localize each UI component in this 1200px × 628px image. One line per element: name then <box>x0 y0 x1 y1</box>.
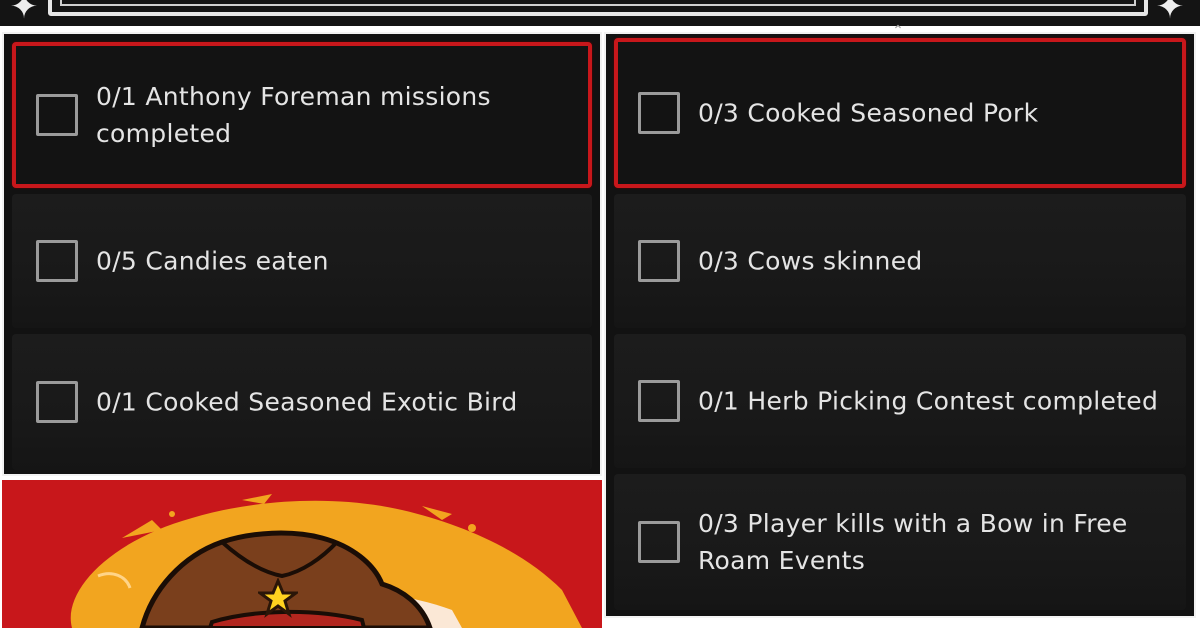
challenge-row-herb-picking[interactable]: 0/1 Herb Picking Contest completed <box>614 334 1186 468</box>
checkbox-icon[interactable] <box>638 92 680 134</box>
challenge-label: 0/3 Player kills with a Bow in Free Roam… <box>698 509 1128 575</box>
challenge-label: 0/5 Candies eaten <box>96 246 329 276</box>
checkbox-icon[interactable] <box>638 240 680 282</box>
checkbox-icon[interactable] <box>36 240 78 282</box>
star-icon: ✦ <box>1155 0 1185 26</box>
challenge-label: 0/3 Cooked Seasoned Pork <box>698 98 1039 128</box>
challenge-panel-left: 0/1 Anthony Foreman missions completed 0… <box>2 32 602 476</box>
cowboy-artwork <box>2 480 602 628</box>
challenge-label: 0/1 Cooked Seasoned Exotic Bird <box>96 387 518 417</box>
sheriff-star-icon <box>258 578 298 618</box>
challenge-label: 0/1 Anthony Foreman missions completed <box>96 82 491 148</box>
star-icon: ✦ <box>9 0 39 26</box>
banner-frame <box>48 0 1148 16</box>
checkbox-icon[interactable] <box>36 94 78 136</box>
hat-illustration <box>70 494 583 628</box>
challenge-row-anthony-foreman[interactable]: 0/1 Anthony Foreman missions completed <box>12 42 592 188</box>
checkbox-icon[interactable] <box>638 380 680 422</box>
challenge-row-exotic-bird[interactable]: 0/1 Cooked Seasoned Exotic Bird <box>12 334 592 470</box>
checkbox-icon[interactable] <box>638 521 680 563</box>
challenge-row-bow-kills[interactable]: 0/3 Player kills with a Bow in Free Roam… <box>614 474 1186 610</box>
challenge-row-cows-skinned[interactable]: 0/3 Cows skinned <box>614 194 1186 328</box>
challenge-panel-right: 0/3 Cooked Seasoned Pork 0/3 Cows skinne… <box>604 32 1196 618</box>
top-banner: ✦ ✦ <box>0 0 1200 26</box>
challenge-row-seasoned-pork[interactable]: 0/3 Cooked Seasoned Pork <box>614 38 1186 188</box>
challenge-label: 0/1 Herb Picking Contest completed <box>698 386 1159 416</box>
challenge-label: 0/3 Cows skinned <box>698 246 923 276</box>
challenge-row-candies[interactable]: 0/5 Candies eaten <box>12 194 592 328</box>
checkbox-icon[interactable] <box>36 381 78 423</box>
